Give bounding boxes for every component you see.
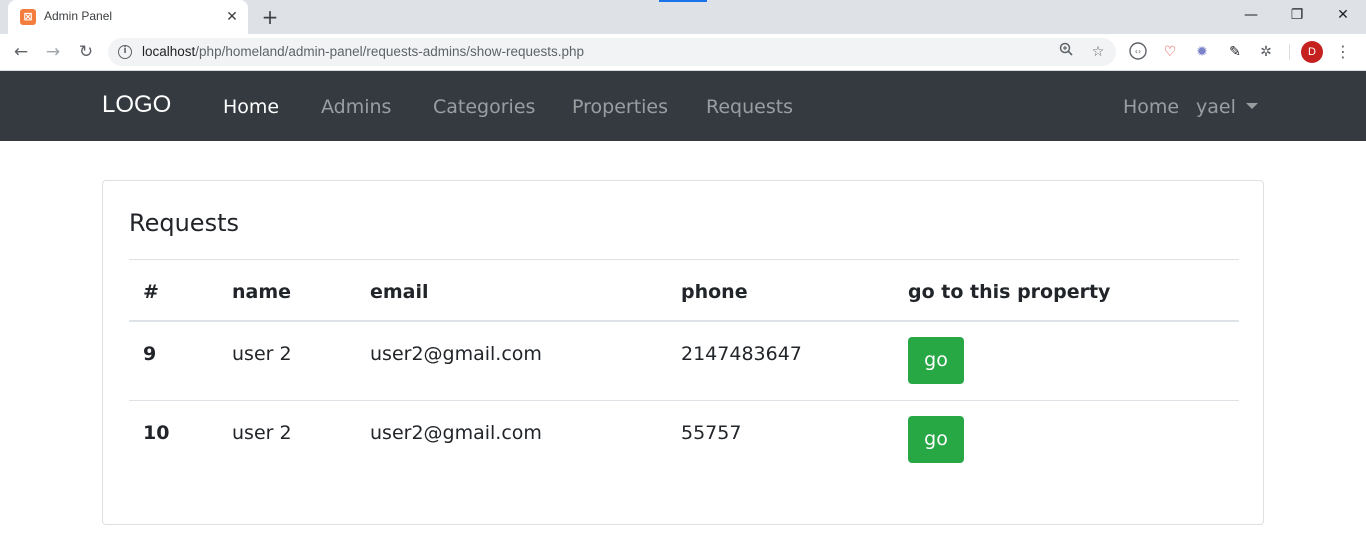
user-dropdown[interactable]: yael	[1196, 96, 1258, 118]
browser-tab-strip: ⊠ Admin Panel ✕ + — ❐ ✕	[0, 0, 1366, 34]
caret-down-icon	[1245, 103, 1258, 109]
toolbar-separator	[1289, 44, 1290, 60]
nav-link-properties[interactable]: Properties	[572, 96, 668, 118]
nav-link-home[interactable]: Home	[223, 96, 279, 118]
nav-link-admins[interactable]: Admins	[321, 96, 391, 118]
row-id: 10	[143, 422, 170, 444]
site-logo[interactable]: LOGO	[102, 91, 171, 119]
bookmark-star-icon[interactable]: ☆	[1088, 42, 1108, 62]
site-navbar: LOGO Home Admins Categories Properties R…	[0, 71, 1366, 141]
extension-gear-icon[interactable]: ✹	[1192, 42, 1212, 62]
header-name: name	[232, 281, 292, 303]
user-name: yael	[1196, 96, 1236, 118]
restore-window-icon[interactable]: ❐	[1274, 0, 1320, 30]
row-email: user2@gmail.com	[370, 422, 542, 444]
go-to-property-button[interactable]: go	[908, 337, 964, 384]
table-row: 9 user 2 user2@gmail.com 2147483647 go	[129, 322, 1239, 401]
row-phone: 2147483647	[681, 343, 802, 365]
header-phone: phone	[681, 281, 748, 303]
row-name: user 2	[232, 343, 292, 365]
address-bar[interactable]: i localhost/php/homeland/admin-panel/req…	[108, 38, 1116, 66]
extension-eyedropper-icon[interactable]: ✎	[1225, 42, 1245, 62]
browser-menu-icon[interactable]: ⋮	[1333, 41, 1353, 63]
header-id: #	[143, 281, 159, 303]
extension-heart-icon[interactable]: ♡	[1160, 42, 1180, 62]
browser-tab[interactable]: ⊠ Admin Panel ✕	[8, 0, 248, 34]
row-email: user2@gmail.com	[370, 343, 542, 365]
row-phone: 55757	[681, 422, 742, 444]
url-path: /php/homeland/admin-panel/requests-admin…	[195, 44, 585, 59]
requests-card: Requests # name email phone go to this p…	[102, 180, 1264, 525]
tab-title: Admin Panel	[44, 9, 113, 23]
nav-link-categories[interactable]: Categories	[433, 96, 535, 118]
url-host: localhost	[142, 44, 196, 59]
tab-drag-indicator	[659, 0, 707, 2]
svg-text:‹›: ‹›	[1135, 47, 1141, 56]
back-arrow-icon[interactable]: ←	[8, 39, 34, 65]
go-to-property-button[interactable]: go	[908, 416, 964, 463]
header-go-to-property: go to this property	[908, 281, 1111, 303]
header-email: email	[370, 281, 429, 303]
zoom-icon[interactable]	[1056, 42, 1076, 62]
nav-link-right-home[interactable]: Home	[1123, 96, 1179, 118]
xampp-favicon-icon: ⊠	[20, 9, 36, 25]
forward-arrow-icon[interactable]: →	[40, 39, 66, 65]
tab-close-icon[interactable]: ✕	[222, 7, 242, 27]
minimize-window-icon[interactable]: —	[1228, 0, 1274, 30]
extension-code-icon[interactable]: ‹›	[1128, 42, 1148, 62]
profile-avatar[interactable]: D	[1301, 41, 1323, 63]
card-title: Requests	[129, 209, 239, 237]
row-id: 9	[143, 343, 157, 365]
close-window-icon[interactable]: ✕	[1320, 0, 1366, 30]
row-name: user 2	[232, 422, 292, 444]
reload-icon[interactable]: ↻	[73, 39, 99, 65]
new-tab-button[interactable]: +	[258, 5, 282, 29]
site-info-icon[interactable]: i	[118, 45, 132, 59]
extension-bug-icon[interactable]: ✲	[1256, 42, 1276, 62]
nav-link-requests[interactable]: Requests	[706, 96, 793, 118]
browser-toolbar: ← → ↻ i localhost/php/homeland/admin-pan…	[0, 34, 1366, 71]
table-header-row: # name email phone go to this property	[129, 259, 1239, 322]
table-row: 10 user 2 user2@gmail.com 55757 go	[129, 401, 1239, 480]
url-text[interactable]: localhost/php/homeland/admin-panel/reque…	[142, 44, 584, 59]
